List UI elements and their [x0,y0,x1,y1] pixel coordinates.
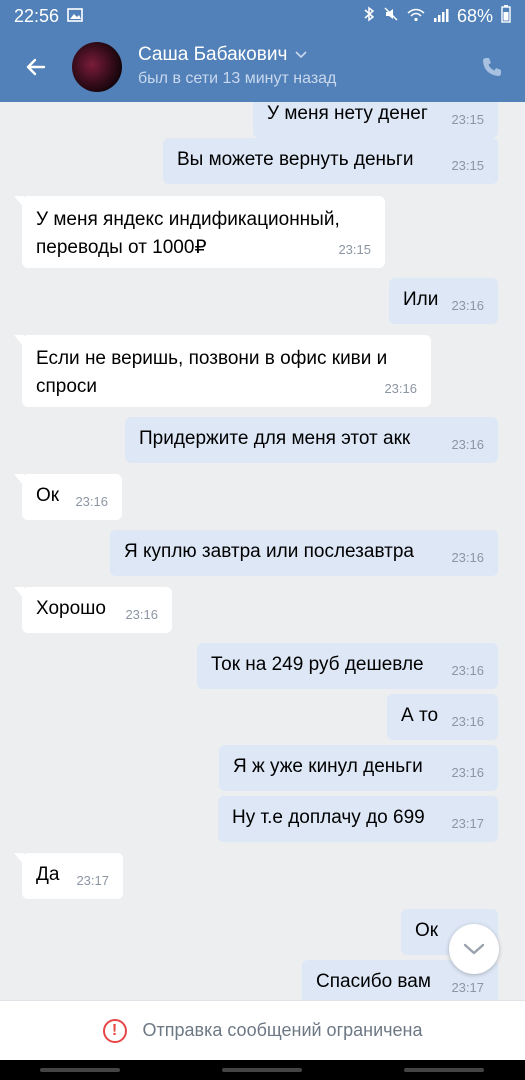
message-text: Если не веришь, позвони в офис киви и сп… [36,348,388,397]
message-time: 23:16 [451,550,484,565]
chevron-down-icon [463,943,485,955]
message-time: 23:17 [76,873,109,888]
nav-recents-button[interactable] [40,1068,120,1072]
message-text: Ну т.е доплачу до 699 [232,807,425,828]
mute-icon [383,6,399,27]
message-incoming[interactable]: У меня яндекс индификационный, переводы … [14,196,385,268]
status-bar: 22:56 68% [0,0,525,32]
message-text: Я ж уже кинул деньги [233,756,423,777]
message-time: 23:16 [451,663,484,678]
battery-icon [501,4,511,28]
message-outgoing[interactable]: А то 23:16 [387,694,498,740]
message-outgoing[interactable]: Придержите для меня этот акк 23:16 [125,417,498,463]
restriction-text: Отправка сообщений ограничена [142,1020,423,1040]
message-text: У меня нету денег [267,103,428,124]
message-time: 23:16 [125,607,158,622]
arrow-left-icon [26,58,46,76]
contact-name-dropdown[interactable]: Саша Бабакович [138,44,307,66]
message-text: Вы можете вернуть деньги [177,149,414,170]
call-button[interactable] [477,52,507,82]
wifi-icon [407,6,425,27]
message-text: Хорошо [36,598,106,619]
chevron-down-icon [295,51,307,59]
nav-home-button[interactable] [222,1068,302,1072]
message-time: 23:16 [451,437,484,452]
warning-icon: ! [102,1018,127,1043]
message-outgoing[interactable]: Я куплю завтра или послезавтра 23:16 [110,530,498,576]
battery-level: 68% [456,5,493,26]
message-text: А то [401,705,439,726]
scroll-to-bottom-button[interactable] [449,924,499,974]
message-incoming[interactable]: Да 23:17 [14,853,123,899]
message-text: Спасибо вам [316,971,431,992]
message-outgoing[interactable]: Я ж уже кинул деньги 23:16 [219,745,498,791]
chat-header: Саша Бабакович был в сети 13 минут назад [0,32,525,102]
message-time: 23:17 [451,816,484,831]
message-time: 23:16 [451,765,484,780]
message-time: 23:16 [451,714,484,729]
nav-back-button[interactable] [404,1068,484,1072]
image-icon [67,6,83,27]
message-incoming[interactable]: Ок 23:16 [14,474,122,520]
avatar[interactable] [72,42,122,92]
message-text: Или [403,289,439,310]
message-outgoing[interactable]: Ток на 249 руб дешевле 23:16 [197,643,498,689]
message-incoming[interactable]: Если не веришь, позвони в офис киви и сп… [14,335,431,407]
message-outgoing[interactable]: У меня нету денег 23:15 [253,102,498,138]
message-text: Придержите для меня этот акк [139,428,411,449]
message-text: Да [36,864,60,885]
contact-name: Саша Бабакович [138,44,288,65]
message-time: 23:16 [384,381,417,396]
message-time: 23:15 [451,158,484,173]
message-time: 23:17 [451,980,484,995]
message-incoming[interactable]: Хорошо 23:16 [14,587,172,633]
phone-icon [483,58,501,76]
bluetooth-icon [363,6,375,27]
message-time: 23:16 [451,298,484,313]
message-outgoing[interactable]: Ну т.е доплачу до 699 23:17 [218,796,498,842]
message-outgoing[interactable]: Вы можете вернуть деньги 23:15 [163,138,498,184]
message-list[interactable]: У меня нету денег 23:15 Вы можете вернут… [0,102,525,1000]
system-nav-bar [0,1060,525,1080]
message-text: Я куплю завтра или послезавтра [124,541,414,562]
contact-last-seen: был в сети 13 минут назад [138,70,337,87]
message-text: У меня яндекс индификационный, переводы … [36,209,340,258]
message-time: 23:15 [451,112,484,127]
status-time: 22:56 [14,5,60,26]
message-outgoing[interactable]: Или 23:16 [389,278,498,324]
message-text: Ок [415,920,439,941]
message-text: Ок [36,485,60,506]
signal-icon [433,6,449,27]
message-time: 23:15 [338,242,371,257]
message-time: 23:16 [75,494,108,509]
message-text: Ток на 249 руб дешевле [211,654,424,675]
message-restriction-bar: ! Отправка сообщений ограничена [0,1000,525,1060]
back-button[interactable] [18,49,54,85]
